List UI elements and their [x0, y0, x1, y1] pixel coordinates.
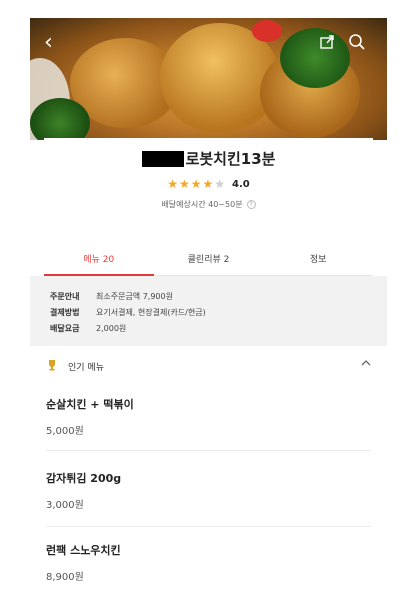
tomato	[252, 20, 282, 42]
tab-info[interactable]: 정보	[263, 240, 373, 275]
store-title-row: 로봇치킨13분	[44, 148, 373, 169]
tab-menu[interactable]: 메뉴 20	[44, 240, 154, 276]
store-name: 로봇치킨13분	[185, 150, 276, 168]
phone-screen: ‹ 로봇치킨13분 ★ ★ ★ ★ ★ 4.0 배달예상시간 40~50분 ? …	[30, 18, 387, 584]
store-tabs: 메뉴 20 클린리뷰 2 정보	[44, 240, 373, 276]
redacted-block	[141, 150, 184, 167]
divider	[46, 450, 371, 451]
divider	[46, 526, 371, 527]
order-info-value: 요기서결제, 현장결제(카드/현금)	[96, 307, 206, 317]
tab-reviews[interactable]: 클린리뷰 2	[154, 240, 264, 275]
order-info-panel: 주문안내 최소주문금액 7,900원 결제방법 요기서결제, 현장결제(카드/현…	[30, 276, 387, 346]
popular-menu-header[interactable]: 인기 메뉴	[30, 348, 387, 384]
order-info-key: 배달요금	[50, 323, 80, 333]
order-info-row: 주문안내 최소주문금액 7,900원	[50, 288, 387, 304]
menu-item-name: 런팩 스노우치킨	[46, 544, 121, 557]
menu-item-price: 8,900원	[46, 572, 84, 583]
order-info-key: 주문안내	[50, 291, 80, 301]
order-info-row: 결제방법 요기서결제, 현장결제(카드/현금)	[50, 304, 387, 320]
chevron-up-icon[interactable]	[361, 359, 371, 370]
menu-item[interactable]: 감자튀김 200g 3,000원	[30, 470, 387, 540]
menu-item-price: 3,000원	[46, 500, 84, 511]
menu-item-name: 감자튀김 200g	[46, 472, 122, 485]
star-filled-icon: ★	[167, 177, 178, 191]
store-info-card: 로봇치킨13분 ★ ★ ★ ★ ★ 4.0 배달예상시간 40~50분 ?	[44, 138, 373, 240]
rating-score: 4.0	[232, 178, 250, 190]
star-filled-icon: ★	[190, 177, 202, 191]
popular-menu-title: 인기 메뉴	[68, 362, 104, 373]
star-empty-icon: ★	[214, 177, 226, 191]
menu-item[interactable]: 순살치킨 + 떡볶이 5,000원	[30, 396, 387, 466]
star-filled-icon: ★	[178, 177, 190, 191]
menu-item[interactable]: 런팩 스노우치킨 8,900원	[30, 542, 387, 584]
share-icon[interactable]	[319, 34, 335, 54]
trophy-icon	[46, 359, 58, 374]
order-info-value: 최소주문금액 7,900원	[96, 291, 173, 301]
rating-row: ★ ★ ★ ★ ★ 4.0	[44, 177, 373, 191]
star-filled-icon: ★	[202, 177, 214, 191]
menu-item-name: 순살치킨 + 떡볶이	[46, 398, 134, 411]
delivery-time: 배달예상시간 40~50분	[161, 200, 243, 209]
order-info-key: 결제방법	[50, 307, 80, 317]
garnish	[30, 98, 90, 140]
order-info-row: 배달요금 2,000원	[50, 320, 387, 336]
garnish	[280, 28, 350, 88]
order-info-value: 2,000원	[96, 323, 127, 333]
store-hero-image: ‹	[30, 18, 387, 140]
search-icon[interactable]	[348, 33, 366, 55]
menu-item-price: 5,000원	[46, 426, 84, 437]
back-arrow-icon[interactable]: ‹	[44, 32, 53, 54]
help-icon[interactable]: ?	[246, 200, 256, 209]
delivery-time-row: 배달예상시간 40~50분 ?	[44, 199, 373, 210]
